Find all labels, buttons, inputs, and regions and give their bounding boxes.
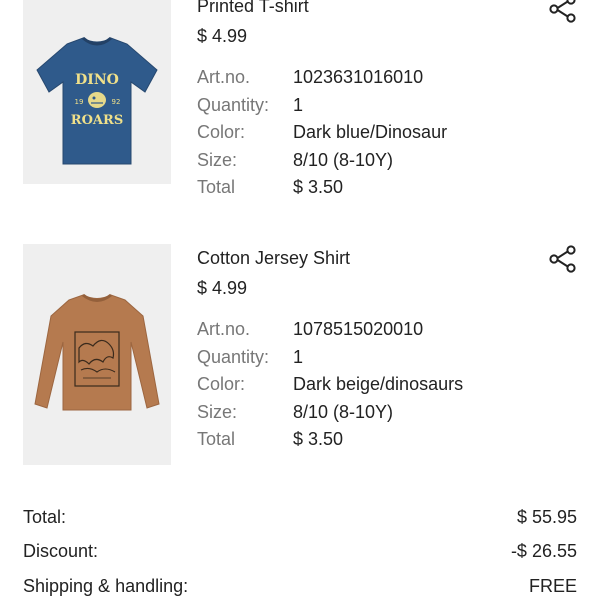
summary-label: Discount:: [23, 541, 99, 562]
print-year-left: 19: [75, 98, 84, 106]
product-name[interactable]: Printed T-shirt: [197, 0, 580, 18]
share-icon: [549, 245, 576, 273]
product-details: Art.no. 1078515020010 Quantity: 1 Color:…: [197, 316, 580, 454]
detail-value: $ 3.50: [293, 177, 344, 198]
tshirt-illustration: DINO 19 92 ROARS: [23, 0, 171, 184]
dino-head-print: [88, 92, 106, 108]
detail-label: Art.no.: [197, 319, 251, 340]
detail-row-art-no: Art.no. 1078515020010: [197, 316, 580, 344]
detail-row-color: Color: Dark beige/dinosaurs: [197, 371, 580, 399]
summary-value: FREE: [528, 575, 577, 596]
detail-row-total: Total $ 3.50: [197, 426, 580, 454]
summary-row-shipping: Shipping & handling: FREE: [23, 569, 577, 600]
product-price: $ 4.99: [197, 26, 248, 46]
print-text-dino: DINO: [75, 72, 119, 88]
detail-value: 1078515020010: [293, 319, 424, 340]
print-year-right: 92: [112, 98, 121, 106]
summary-value: $ 55.95: [516, 506, 577, 527]
detail-value: 8/10 (8-10Y): [293, 401, 394, 422]
product-details: Art.no. 1023631016010 Quantity: 1 Color:…: [197, 64, 580, 202]
detail-value: Dark blue/Dinosaur: [293, 122, 448, 143]
detail-row-total: Total $ 3.50: [197, 174, 580, 202]
summary-label: Shipping & handling:: [23, 575, 189, 596]
detail-label: Total: [197, 429, 236, 450]
detail-row-color: Color: Dark blue/Dinosaur: [197, 119, 580, 147]
product-info: Cotton Jersey Shirt $ 4.99 Art.no. 10785…: [197, 246, 580, 454]
detail-value: 8/10 (8-10Y): [293, 149, 394, 170]
detail-row-size: Size: 8/10 (8-10Y): [197, 399, 580, 427]
detail-label: Quantity:: [197, 94, 270, 115]
product-image-jersey-shirt[interactable]: [23, 244, 171, 465]
detail-label: Size:: [197, 401, 238, 422]
detail-label: Color:: [197, 374, 246, 395]
product-item: DINO 19 92 ROARS Printed T-shirt $ 4.99 …: [0, 0, 600, 215]
summary-row-total: Total: $ 55.95: [23, 500, 577, 535]
summary-row-discount: Discount: -$ 26.55: [23, 535, 577, 570]
share-button[interactable]: [546, 242, 580, 276]
share-button[interactable]: [546, 0, 580, 26]
product-image-tshirt[interactable]: DINO 19 92 ROARS: [23, 0, 171, 184]
summary-value: -$ 26.55: [510, 541, 577, 562]
product-name[interactable]: Cotton Jersey Shirt: [197, 246, 580, 270]
detail-label: Size:: [197, 149, 238, 170]
share-icon: [549, 0, 576, 23]
order-summary: Total: $ 55.95 Discount: -$ 26.55 Shippi…: [23, 500, 577, 600]
detail-value: 1: [293, 94, 304, 115]
product-price: $ 4.99: [197, 278, 248, 298]
detail-label: Quantity:: [197, 346, 270, 367]
detail-row-art-no: Art.no. 1023631016010: [197, 64, 580, 92]
product-item: Cotton Jersey Shirt $ 4.99 Art.no. 10785…: [0, 244, 600, 466]
product-info: Printed T-shirt $ 4.99 Art.no. 102363101…: [197, 0, 580, 202]
detail-row-size: Size: 8/10 (8-10Y): [197, 147, 580, 175]
detail-value: 1023631016010: [293, 67, 424, 88]
detail-row-quantity: Quantity: 1: [197, 344, 580, 372]
print-text-roars: ROARS: [71, 113, 123, 128]
detail-label: Total: [197, 177, 236, 198]
detail-value: 1: [293, 346, 304, 367]
order-items-page: DINO 19 92 ROARS Printed T-shirt $ 4.99 …: [0, 0, 600, 600]
detail-value: Dark beige/dinosaurs: [293, 374, 464, 395]
detail-row-quantity: Quantity: 1: [197, 92, 580, 120]
detail-value: $ 3.50: [293, 429, 344, 450]
jersey-shirt-illustration: [23, 244, 171, 465]
summary-label: Total:: [23, 506, 67, 527]
detail-label: Color:: [197, 122, 246, 143]
detail-label: Art.no.: [197, 67, 251, 88]
